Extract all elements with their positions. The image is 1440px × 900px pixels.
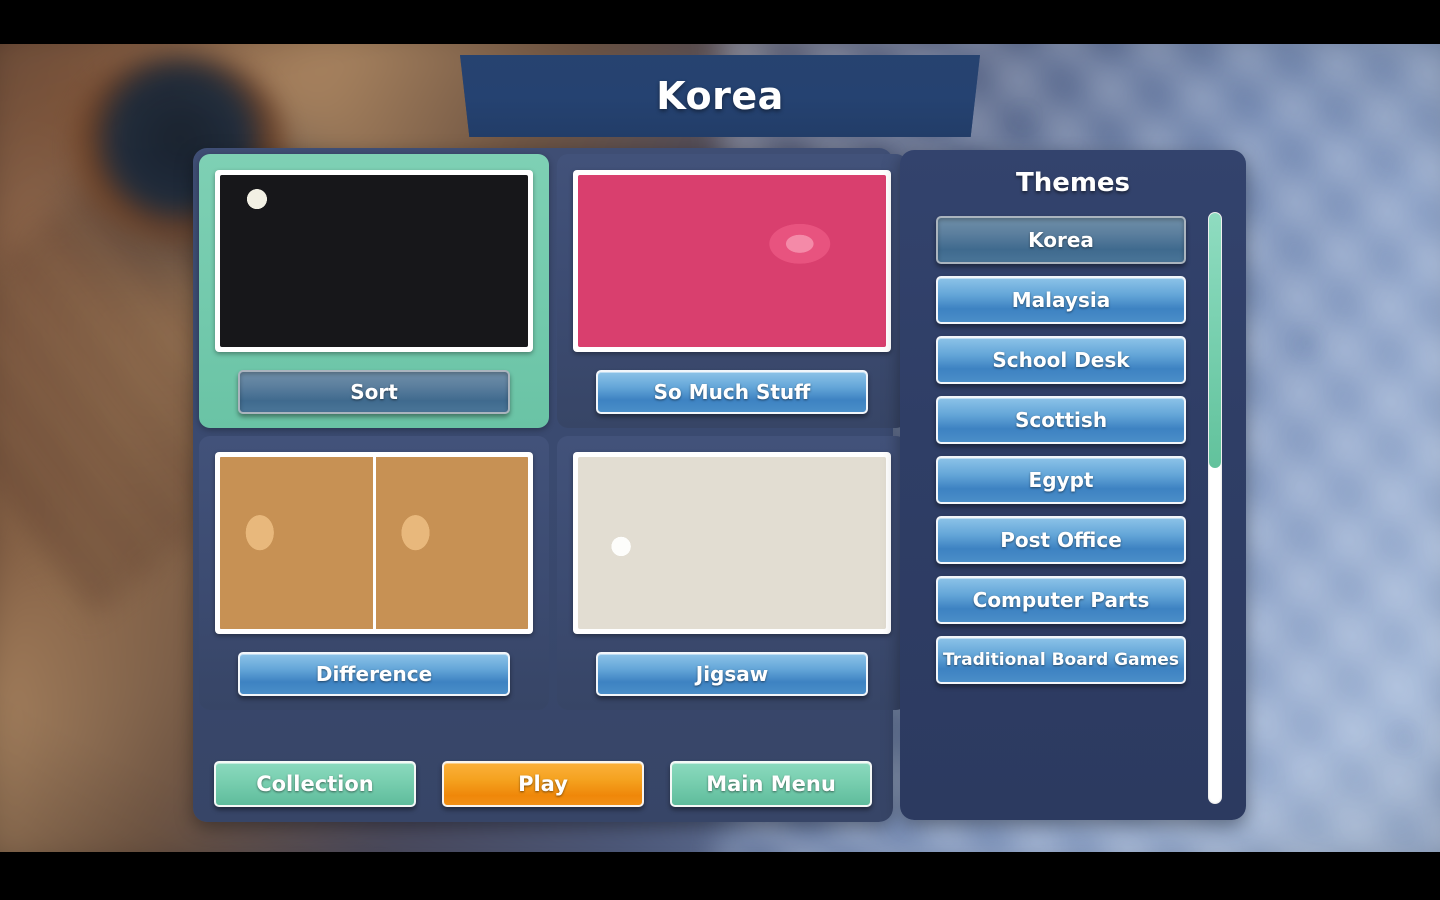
korean-wooden-masks-split-thumbnail [220, 457, 528, 629]
collection-button[interactable]: Collection [214, 760, 416, 807]
mode-card-jigsaw[interactable]: Jigsaw [557, 436, 907, 710]
mode-button-so-much-stuff[interactable]: So Much Stuff [596, 370, 868, 414]
theme-item-malaysia[interactable]: Malaysia [936, 276, 1186, 324]
action-bar: Collection Play Main Menu [193, 745, 893, 822]
main-menu-button[interactable]: Main Menu [670, 760, 872, 807]
page-title: Korea [656, 74, 784, 118]
game-modes-panel: Sort So Much Stuff Difference Jigsaw [193, 148, 907, 822]
page-title-banner: Korea [460, 55, 980, 137]
mode-button-sort[interactable]: Sort [238, 370, 510, 414]
letterbox-bottom-bar [0, 852, 1440, 900]
game-screen: Korea Sort So Much Stuff Difference Jigs… [0, 0, 1440, 900]
mode-card-difference[interactable]: Difference [199, 436, 549, 710]
mode-thumbnail-frame-difference[interactable] [215, 452, 533, 634]
themes-panel: Themes Korea Malaysia School Desk Scotti… [900, 150, 1246, 820]
themes-scrollbar-thumb[interactable] [1209, 213, 1221, 468]
mode-card-sort[interactable]: Sort [199, 154, 549, 428]
themes-panel-title: Themes [1015, 168, 1131, 198]
mode-thumbnail-frame-jigsaw[interactable] [573, 452, 891, 634]
mode-card-so-much-stuff[interactable]: So Much Stuff [557, 154, 907, 428]
theme-item-scottish[interactable]: Scottish [936, 396, 1186, 444]
mode-button-difference[interactable]: Difference [238, 652, 510, 696]
themes-scrollbar-track[interactable] [1208, 212, 1222, 804]
mode-thumbnail-frame-so-much-stuff[interactable] [573, 170, 891, 352]
difference-thumbnail-right [375, 457, 528, 629]
play-button[interactable]: Play [442, 760, 644, 807]
red-korean-mask-flowers-thumbnail [578, 175, 886, 347]
mode-button-jigsaw[interactable]: Jigsaw [596, 652, 868, 696]
letterbox-top-bar [0, 0, 1440, 44]
themes-list: Korea Malaysia School Desk Scottish Egyp… [936, 216, 1186, 684]
theme-item-korea[interactable]: Korea [936, 216, 1186, 264]
theme-item-post-office[interactable]: Post Office [936, 516, 1186, 564]
cotton-bolls-bojagi-thumbnail [578, 457, 886, 629]
theme-item-computer-parts[interactable]: Computer Parts [936, 576, 1186, 624]
themes-scrollbar[interactable] [1208, 212, 1222, 820]
korean-food-scene-thumbnail [220, 175, 528, 347]
theme-item-school-desk[interactable]: School Desk [936, 336, 1186, 384]
mode-thumbnail-frame-sort[interactable] [215, 170, 533, 352]
difference-thumbnail-left [220, 457, 373, 629]
theme-item-traditional-board-games[interactable]: Traditional Board Games [936, 636, 1186, 684]
game-modes-grid: Sort So Much Stuff Difference Jigsaw [193, 148, 907, 716]
theme-item-egypt[interactable]: Egypt [936, 456, 1186, 504]
